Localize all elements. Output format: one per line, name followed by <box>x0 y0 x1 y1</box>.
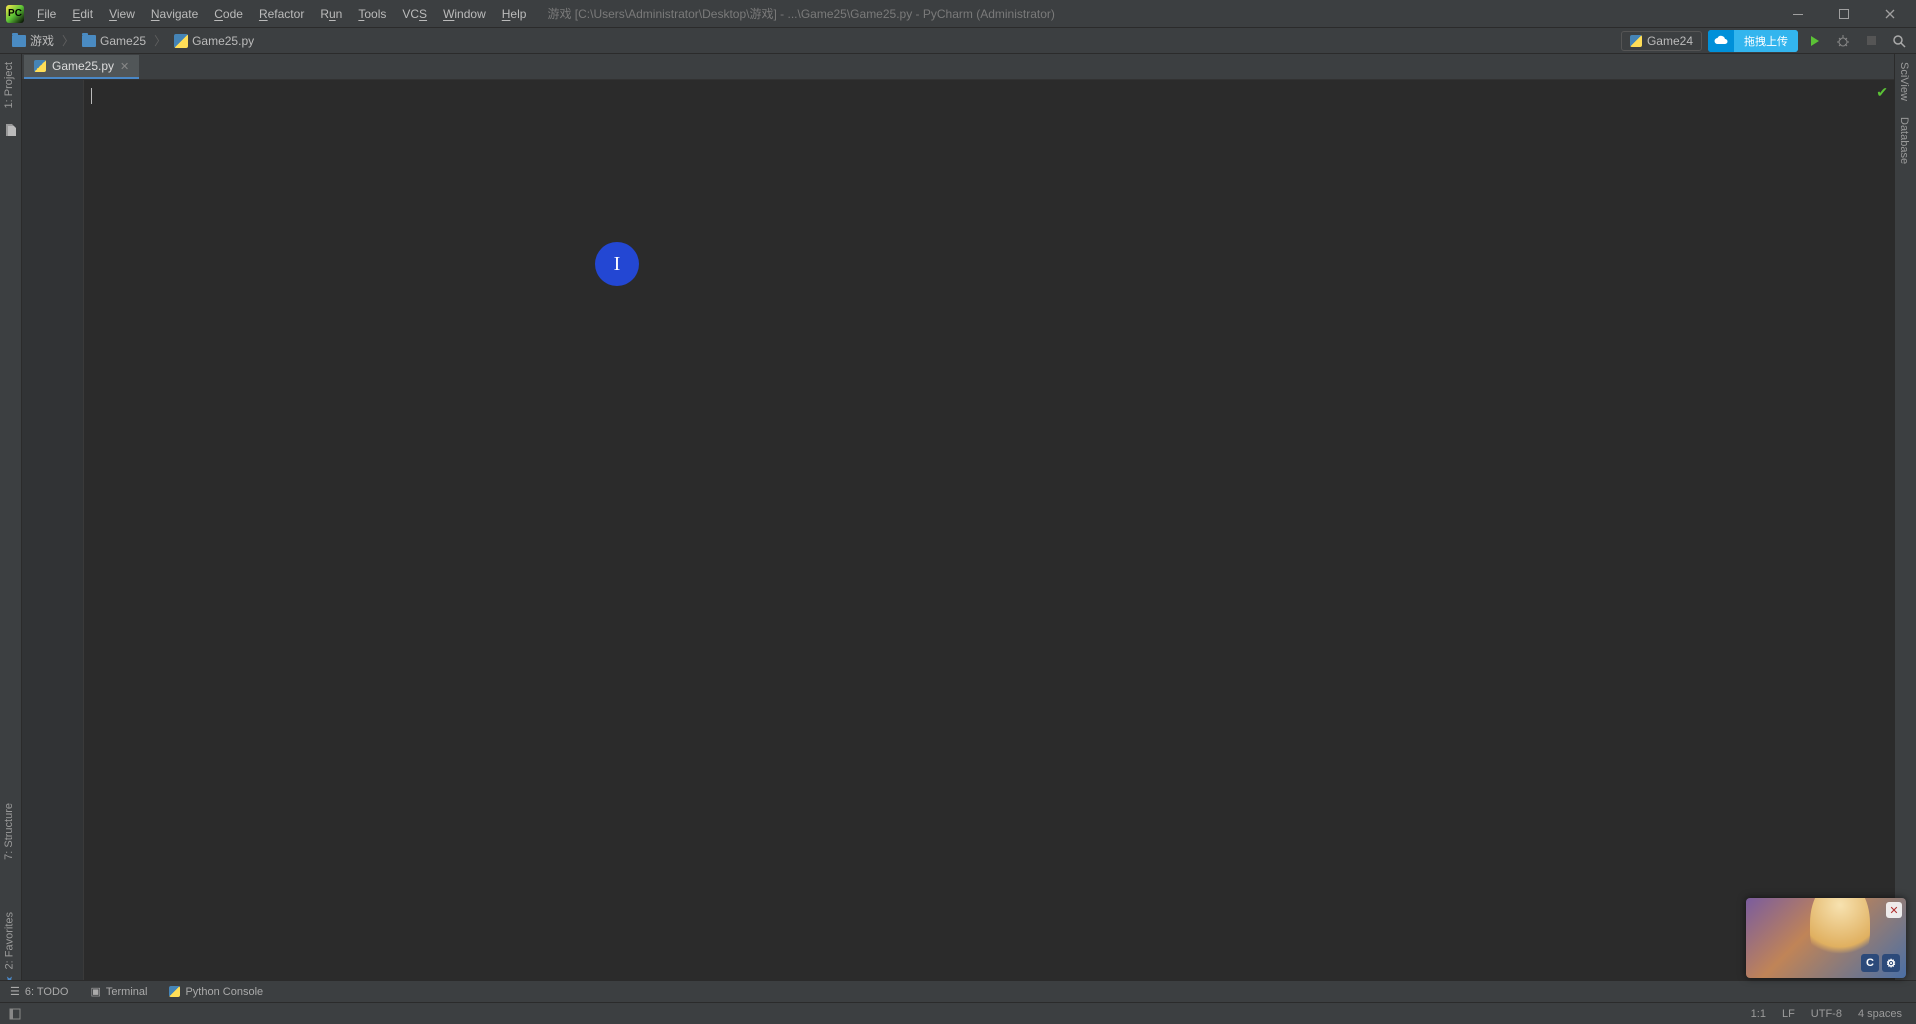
window-title: 游戏 [C:\Users\Administrator\Desktop\游戏] -… <box>547 5 1054 22</box>
cursor-indicator-overlay: I <box>595 242 639 286</box>
menu-navigate[interactable]: Navigate <box>144 4 205 24</box>
menu-run[interactable]: Run <box>313 4 349 24</box>
menu-window[interactable]: Window <box>436 4 493 24</box>
terminal-tool-tab[interactable]: ▣ Terminal <box>90 985 147 998</box>
editor-gutter[interactable] <box>22 80 84 980</box>
python-file-icon <box>1630 35 1642 47</box>
close-button[interactable] <box>1878 4 1902 24</box>
cloud-icon <box>1708 30 1734 52</box>
breadcrumb-file[interactable]: Game25.py <box>168 32 260 50</box>
bug-icon <box>1836 34 1850 48</box>
breadcrumb-separator-icon: 〉 <box>154 32 166 49</box>
python-file-icon <box>174 34 188 48</box>
play-icon <box>1811 36 1819 46</box>
window-controls <box>1786 4 1912 24</box>
sciview-tool-tab[interactable]: SciView <box>1895 54 1913 109</box>
main-menu: File Edit View Navigate Code Refactor Ru… <box>30 4 533 24</box>
cloud-upload-label: 拖拽上传 <box>1734 30 1798 52</box>
breadcrumb-folder[interactable]: Game25 <box>76 32 152 50</box>
menu-file-rest: ile <box>44 7 56 21</box>
menu-edit[interactable]: Edit <box>65 4 100 24</box>
widget-close-icon[interactable]: ✕ <box>1886 902 1902 918</box>
widget-badge-1[interactable]: C <box>1861 954 1879 972</box>
terminal-icon: ▣ <box>90 985 100 998</box>
python-file-icon <box>34 60 46 72</box>
bottom-tool-tabs: ☰ 6: TODO ▣ Terminal Python Console <box>0 980 1916 1002</box>
sciview-tool-label: SciView <box>1898 62 1910 101</box>
left-tool-strip: 1: Project 7: Structure ★ 2: Favorites <box>0 54 22 998</box>
project-tool-label: 1: Project <box>3 62 15 108</box>
editor-tab-active[interactable]: Game25.py ✕ <box>24 55 139 79</box>
menu-refactor[interactable]: Refactor <box>252 4 311 24</box>
inspection-ok-icon[interactable]: ✔ <box>1876 84 1888 101</box>
pycharm-app-icon: PC <box>6 5 24 23</box>
close-tab-icon[interactable]: ✕ <box>120 60 129 73</box>
status-bar: 1:1 LF UTF-8 4 spaces <box>0 1002 1916 1024</box>
todo-label: 6: TODO <box>25 986 69 998</box>
line-separator[interactable]: LF <box>1782 1008 1795 1020</box>
editor-tabs: Game25.py ✕ <box>0 54 1916 80</box>
title-bar: PC File Edit View Navigate Code Refactor… <box>0 0 1916 28</box>
database-tool-label: Database <box>1898 117 1910 164</box>
run-button[interactable] <box>1804 30 1826 52</box>
list-icon: ☰ <box>10 985 20 998</box>
maximize-button[interactable] <box>1832 4 1856 24</box>
code-editor[interactable]: ✔ <box>84 80 1894 980</box>
search-icon <box>1892 34 1906 48</box>
search-everywhere-button[interactable] <box>1888 30 1910 52</box>
menu-file[interactable]: File <box>30 4 63 24</box>
floating-character-widget[interactable]: ✕ C ⚙ <box>1746 898 1906 978</box>
text-caret <box>91 88 92 104</box>
run-config-label: Game24 <box>1647 34 1693 48</box>
structure-tool-tab[interactable]: 7: Structure <box>0 795 18 868</box>
terminal-label: Terminal <box>106 986 148 998</box>
python-console-label: Python Console <box>185 986 263 998</box>
breadcrumb-separator-icon: 〉 <box>62 32 74 49</box>
debug-button[interactable] <box>1832 30 1854 52</box>
widget-badge-2[interactable]: ⚙ <box>1882 954 1900 972</box>
favorites-tool-label: 2: Favorites <box>4 912 16 969</box>
editor-area: ✔ <box>22 80 1894 980</box>
database-tool-tab[interactable]: Database <box>1895 109 1913 172</box>
widget-badges: C ⚙ <box>1861 954 1900 972</box>
menu-view[interactable]: View <box>102 4 142 24</box>
toolbar-right: Game24 拖拽上传 <box>1621 30 1910 52</box>
folder-icon <box>12 35 26 47</box>
menu-code[interactable]: Code <box>207 4 250 24</box>
file-encoding[interactable]: UTF-8 <box>1811 1008 1842 1020</box>
breadcrumb-root[interactable]: 游戏 <box>6 30 60 51</box>
structure-tool-label: 7: Structure <box>3 803 15 860</box>
navigation-bar: 游戏 〉 Game25 〉 Game25.py Game24 拖拽上传 <box>0 28 1916 54</box>
tool-windows-toggle-icon[interactable] <box>8 1007 22 1021</box>
project-tool-tab[interactable]: 1: Project <box>0 54 18 116</box>
folder-icon <box>82 35 96 47</box>
cloud-upload-widget[interactable]: 拖拽上传 <box>1708 30 1798 52</box>
breadcrumb-root-label: 游戏 <box>30 32 54 49</box>
right-tool-strip: SciView Database <box>1894 54 1916 998</box>
menu-help[interactable]: Help <box>495 4 534 24</box>
editor-tab-label: Game25.py <box>52 59 114 73</box>
breadcrumb-file-label: Game25.py <box>192 34 254 48</box>
stop-button[interactable] <box>1860 30 1882 52</box>
cursor-position[interactable]: 1:1 <box>1751 1008 1766 1020</box>
stop-icon <box>1867 36 1876 45</box>
python-icon <box>169 986 180 997</box>
menu-tools[interactable]: Tools <box>351 4 393 24</box>
status-right: 1:1 LF UTF-8 4 spaces <box>1751 1008 1908 1020</box>
indent-setting[interactable]: 4 spaces <box>1858 1008 1902 1020</box>
run-configuration-selector[interactable]: Game24 <box>1621 31 1702 51</box>
minimize-button[interactable] <box>1786 4 1810 24</box>
python-console-tool-tab[interactable]: Python Console <box>169 986 263 998</box>
files-icon[interactable] <box>3 122 19 138</box>
breadcrumb-folder-label: Game25 <box>100 34 146 48</box>
todo-tool-tab[interactable]: ☰ 6: TODO <box>10 985 68 998</box>
menu-vcs[interactable]: VCS <box>395 4 434 24</box>
